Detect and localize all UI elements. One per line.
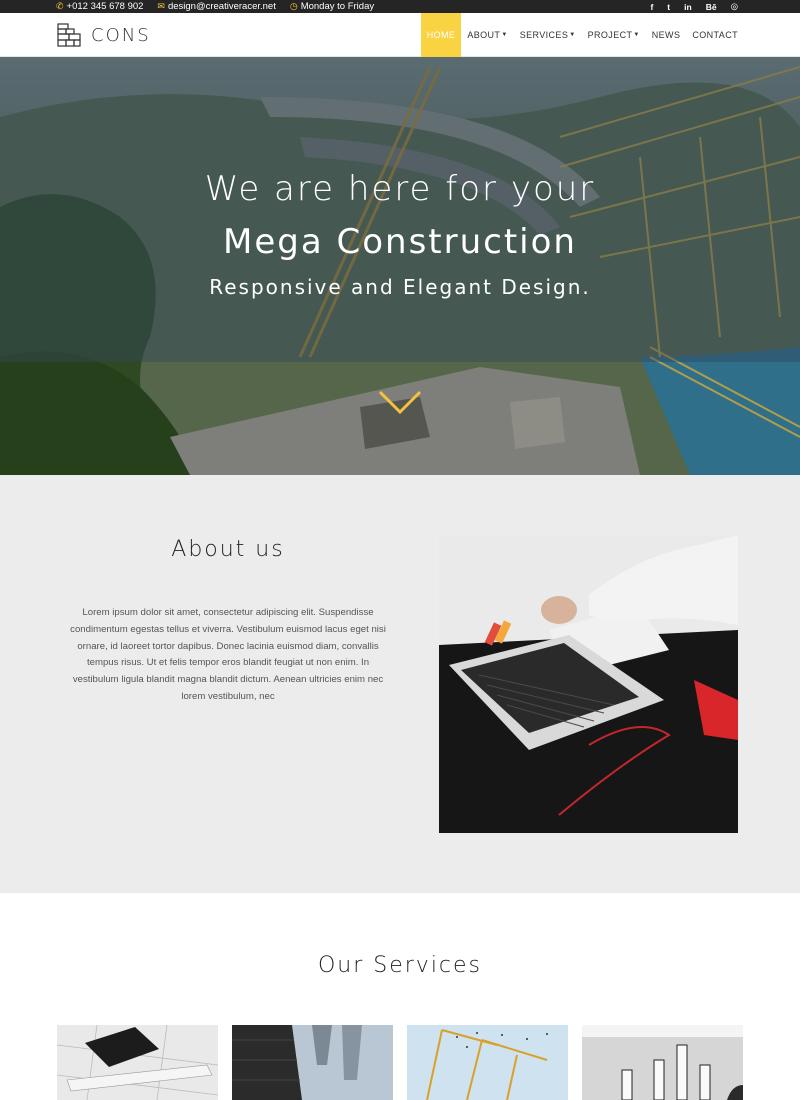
nav-label: NEWS	[651, 30, 681, 40]
logo-text: CONS	[91, 24, 151, 46]
nav-label: PROJECT	[587, 30, 633, 40]
nav-contact[interactable]: CONTACT	[686, 13, 744, 57]
nav-about[interactable]: ABOUT ▼	[461, 13, 513, 57]
email-info[interactable]: ✉ design@creativeracer.net	[157, 1, 275, 12]
nav-label: ABOUT	[467, 30, 501, 40]
service-card-buildings[interactable]	[232, 1025, 393, 1100]
phone-icon: ✆	[56, 1, 64, 11]
about-section: About us Lorem ipsum dolor sit amet, con…	[0, 475, 800, 893]
phone-info: ✆ +012 345 678 902	[56, 1, 143, 12]
laptop-desk-photo	[439, 535, 738, 833]
hero-subtitle: Responsive and Elegant Design.	[209, 275, 591, 299]
phone-number: +012 345 678 902	[66, 1, 144, 12]
caret-down-icon: ▼	[569, 32, 576, 38]
social-links: f t in Bē ◎	[650, 0, 738, 13]
hero-banner: We are here for your Mega Construction R…	[0, 57, 800, 475]
email-address[interactable]: design@creativeracer.net	[168, 1, 276, 12]
behance-icon[interactable]: Bē	[706, 2, 717, 12]
caret-down-icon: ▼	[633, 32, 640, 38]
about-title: About us	[171, 537, 285, 562]
contact-info: ✆ +012 345 678 902 ✉ design@creativerace…	[56, 0, 374, 13]
main-nav: HOME ABOUT ▼ SERVICES ▼ PROJECT ▼ NEWS CONT…	[420, 13, 744, 57]
nav-services[interactable]: SERVICES ▼	[514, 13, 582, 57]
opening-hours: Monday to Friday	[300, 1, 375, 12]
service-card-calculator[interactable]	[57, 1025, 218, 1100]
caret-down-icon: ▼	[501, 32, 508, 38]
nav-news[interactable]: NEWS	[646, 13, 687, 57]
brick-logo-icon	[57, 23, 81, 47]
facebook-icon[interactable]: f	[650, 2, 653, 12]
hero-headline-line1: We are here for your	[204, 169, 596, 209]
service-card-cranes[interactable]	[407, 1025, 568, 1100]
nav-project[interactable]: PROJECT ▼	[582, 13, 646, 57]
services-cards	[57, 1025, 744, 1100]
service-card-interior-lights[interactable]	[582, 1025, 743, 1100]
about-text: Lorem ipsum dolor sit amet, consectetur …	[70, 607, 386, 702]
linkedin-icon[interactable]: in	[684, 2, 692, 12]
twitter-icon[interactable]: t	[667, 2, 670, 12]
hero-headline-line2: Mega Construction	[223, 222, 577, 262]
site-logo[interactable]: CONS	[57, 23, 151, 47]
hero-overlay	[0, 57, 800, 362]
site-header: CONS HOME ABOUT ▼ SERVICES ▼ PROJECT ▼ NEWS…	[0, 13, 800, 57]
nav-label: CONTACT	[692, 30, 738, 40]
hours-info: ◷ Monday to Friday	[290, 1, 374, 12]
nav-home[interactable]: HOME	[420, 13, 462, 57]
top-bar: ✆ +012 345 678 902 ✉ design@creativerace…	[0, 0, 800, 13]
nav-label: HOME	[426, 30, 456, 40]
scroll-down-chevron-icon[interactable]	[378, 390, 422, 414]
services-title: Our Services	[317, 953, 483, 978]
dribbble-icon[interactable]: ◎	[731, 1, 738, 12]
clock-icon: ◷	[289, 1, 298, 11]
nav-label: SERVICES	[519, 30, 569, 40]
envelope-icon: ✉	[157, 1, 165, 11]
